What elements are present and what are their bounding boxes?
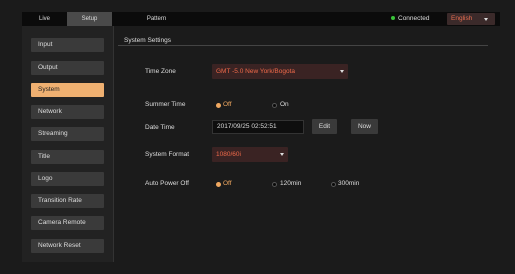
tab-pattern[interactable]: Pattern [134,12,179,26]
date-time-label: Date Time [145,124,175,131]
system-format-label: System Format [145,151,190,158]
summer-time-off-radio[interactable] [216,103,221,108]
sidebar-item-transition-rate[interactable]: Transition Rate [31,194,104,208]
summer-time-label: Summer Time [145,101,186,108]
top-bar: Live Setup Pattern Connected English [22,12,500,26]
sidebar-item-network-reset[interactable]: Network Reset [31,239,104,253]
time-zone-select[interactable]: GMT -5.0 New York/Bogota [212,64,348,79]
summer-time-on-radio[interactable] [272,103,277,108]
sidebar-item-logo[interactable]: Logo [31,172,104,186]
now-button[interactable]: Now [351,119,378,134]
sidebar-item-input[interactable]: Input [31,38,104,52]
status-dot-icon [391,16,395,21]
system-format-value: 1080/60i [216,151,241,158]
time-zone-value: GMT -5.0 New York/Bogota [216,68,296,75]
connection-status-text: Connected [398,15,430,22]
sidebar-item-output[interactable]: Output [31,61,104,75]
auto-power-off-300min-radio[interactable] [331,182,336,187]
connection-status: Connected [391,12,429,26]
language-select[interactable]: English [447,13,495,25]
sidebar-item-streaming[interactable]: Streaming [31,127,104,141]
chevron-down-icon [280,153,284,156]
auto-power-off-label: Auto Power Off [145,180,189,187]
auto-power-off-120min-radio[interactable] [272,182,277,187]
tab-setup[interactable]: Setup [67,12,112,26]
edit-button[interactable]: Edit [312,119,337,134]
page-title: System Settings [124,37,171,44]
auto-power-off-off-radio[interactable] [216,182,221,187]
system-format-select[interactable]: 1080/60i [212,147,288,162]
language-value: English [451,15,473,22]
sidebar-item-camera-remote[interactable]: Camera Remote [31,216,104,230]
chevron-down-icon [484,18,488,21]
auto-power-off-off-label: Off [223,180,232,187]
divider [118,45,488,46]
sidebar-item-title[interactable]: Title [31,150,104,164]
sidebar-item-network[interactable]: Network [31,105,104,119]
time-zone-label: Time Zone [145,68,176,75]
tab-live[interactable]: Live [22,12,67,26]
sidebar: Input Output System Network Streaming Ti… [22,26,113,262]
divider [113,26,114,262]
auto-power-off-120min-label: 120min [280,180,302,187]
summer-time-on-label: On [280,101,289,108]
summer-time-off-label: Off [223,101,232,108]
chevron-down-icon [340,70,344,73]
auto-power-off-300min-label: 300min [338,180,360,187]
date-time-field[interactable]: 2017/09/25 02:52:51 [212,120,304,134]
sidebar-item-system[interactable]: System [31,83,104,97]
